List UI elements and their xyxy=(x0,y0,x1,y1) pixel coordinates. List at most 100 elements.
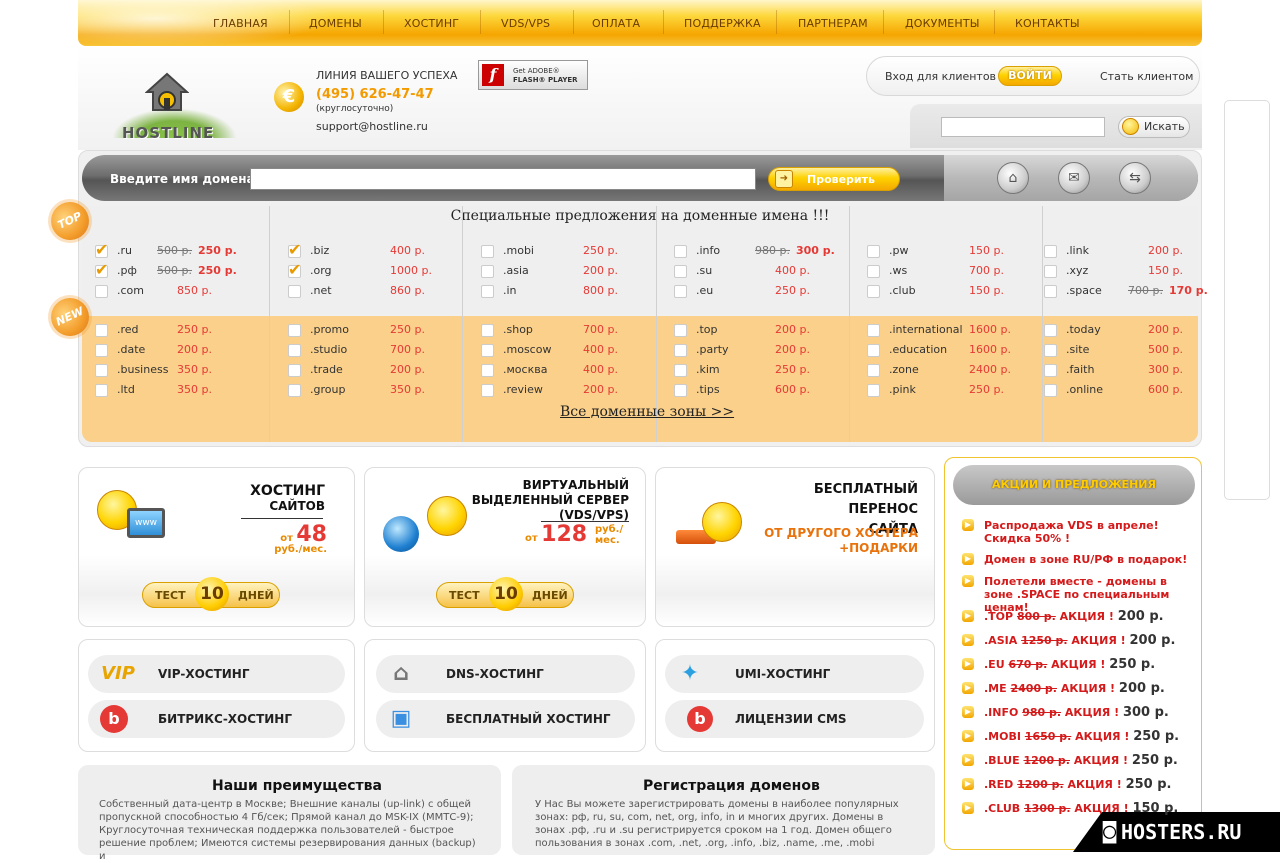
domain-checkbox[interactable] xyxy=(674,324,687,337)
domain-checkbox[interactable] xyxy=(674,265,687,278)
site-search-button[interactable]: Искать xyxy=(1118,116,1190,138)
test-10-days-button[interactable]: ТЕСТ 10 ДНЕЙ xyxy=(436,577,574,611)
domain-row[interactable]: ✔ .org 1000 р. xyxy=(288,260,468,281)
domain-row[interactable]: .date 200 р. xyxy=(95,342,275,360)
nav-home[interactable]: ГЛАВНАЯ xyxy=(213,17,268,30)
nav-domains[interactable]: ДОМЕНЫ xyxy=(309,17,362,30)
domain-row[interactable]: .party 200 р. xyxy=(674,342,854,360)
domain-checkbox[interactable] xyxy=(95,324,108,337)
domain-checkbox[interactable] xyxy=(95,344,108,357)
domain-checkbox[interactable] xyxy=(481,265,494,278)
check-domain-button[interactable]: ➜ Проверить xyxy=(768,167,900,191)
dns-hosting-item[interactable]: ⌂ DNS-ХОСТИНГ xyxy=(376,655,635,693)
bitrix-hosting-item[interactable]: b БИТРИКС-ХОСТИНГ xyxy=(88,700,345,738)
domain-row[interactable]: .kim 250 р. xyxy=(674,362,854,380)
domain-row[interactable]: .link 200 р. xyxy=(1044,243,1224,261)
domain-row[interactable]: .trade 200 р. xyxy=(288,362,468,380)
hosting-card[interactable]: www ХОСТИНГ САЙТОВ от 48 руб./мес. ТЕСТ … xyxy=(78,467,355,627)
domain-row[interactable]: .online 600 р. xyxy=(1044,382,1224,400)
domain-checkbox[interactable] xyxy=(674,364,687,377)
house-logo-icon[interactable] xyxy=(145,72,189,112)
domain-checkbox[interactable] xyxy=(481,344,494,357)
domain-row[interactable]: .club 150 р. xyxy=(867,283,1047,301)
domain-row[interactable]: .net 860 р. xyxy=(288,283,468,301)
mail-icon[interactable]: ✉ xyxy=(1058,162,1090,194)
login-button[interactable]: ВОЙТИ xyxy=(998,66,1062,86)
domain-row[interactable]: .zone 2400 р. xyxy=(867,362,1047,380)
domain-row[interactable]: .ws 700 р. xyxy=(867,263,1047,281)
domain-row[interactable]: .asia 200 р. xyxy=(481,263,661,281)
domain-row[interactable]: .studio 700 р. xyxy=(288,342,468,360)
domain-checkbox[interactable] xyxy=(288,324,301,337)
domain-row[interactable]: .pink 250 р. xyxy=(867,382,1047,400)
site-transfer-card[interactable]: БЕСПЛАТНЫЙ ПЕРЕНОС САЙТА ОТ ДРУГОГО ХОСТ… xyxy=(655,467,935,627)
test-10-days-button[interactable]: ТЕСТ 10 ДНЕЙ xyxy=(142,577,280,611)
domain-row[interactable]: .red 250 р. xyxy=(95,322,275,340)
vps-card[interactable]: ВИРТУАЛЬНЫЙ ВЫДЕЛЕННЫЙ СЕРВЕР (VDS/VPS) … xyxy=(364,467,646,627)
nav-support[interactable]: ПОДДЕРЖКА xyxy=(684,17,761,30)
domain-row[interactable]: .review 200 р. xyxy=(481,382,661,400)
nav-contacts[interactable]: КОНТАКТЫ xyxy=(1015,17,1080,30)
domain-checkbox[interactable] xyxy=(674,285,687,298)
domain-checkbox[interactable] xyxy=(95,384,108,397)
domain-row[interactable]: .today 200 р. xyxy=(1044,322,1224,340)
domain-checkbox[interactable] xyxy=(1044,265,1057,278)
domain-row[interactable]: .eu 250 р. xyxy=(674,283,854,301)
domain-row[interactable]: .москва 400 р. xyxy=(481,362,661,380)
domain-checkbox[interactable] xyxy=(481,245,494,258)
domain-checkbox[interactable] xyxy=(1044,344,1057,357)
domain-row[interactable]: ✔ .ru 500 р. 250 р. xyxy=(95,240,275,261)
domain-checkbox[interactable] xyxy=(867,245,880,258)
domain-checkbox[interactable] xyxy=(1044,285,1057,298)
domain-checkbox[interactable] xyxy=(867,364,880,377)
domain-checkbox[interactable] xyxy=(867,344,880,357)
domain-checkbox[interactable] xyxy=(481,285,494,298)
logo-text[interactable]: HOSTLINE xyxy=(122,124,214,142)
domain-row[interactable]: .moscow 400 р. xyxy=(481,342,661,360)
domain-row[interactable]: .ltd 350 р. xyxy=(95,382,275,400)
domain-row[interactable]: .xyz 150 р. xyxy=(1044,263,1224,281)
domain-row[interactable]: .business 350 р. xyxy=(95,362,275,380)
domain-checkbox[interactable] xyxy=(1044,364,1057,377)
domain-row[interactable]: .promo 250 р. xyxy=(288,322,468,340)
domain-row[interactable]: .space 700 р. 170 р. xyxy=(1044,283,1224,301)
domain-row[interactable]: .top 200 р. xyxy=(674,322,854,340)
domain-checkbox[interactable] xyxy=(674,384,687,397)
domain-row[interactable]: ✔ .рф 500 р. 250 р. xyxy=(95,260,275,281)
site-search-input[interactable] xyxy=(941,117,1105,137)
support-email[interactable]: support@hostline.ru xyxy=(316,120,428,133)
domain-checkbox[interactable] xyxy=(288,344,301,357)
domain-row[interactable]: ✔ .biz 400 р. xyxy=(288,240,468,261)
nav-partners[interactable]: ПАРТНЕРАМ xyxy=(798,17,868,30)
domain-row[interactable]: .education 1600 р. xyxy=(867,342,1047,360)
home-icon[interactable]: ⌂ xyxy=(997,162,1029,194)
nav-payment[interactable]: ОПЛАТА xyxy=(592,17,640,30)
domain-row[interactable]: .com 850 р. xyxy=(95,283,275,301)
domain-checkbox[interactable] xyxy=(288,384,301,397)
vip-hosting-item[interactable]: VIP VIP-ХОСТИНГ xyxy=(88,655,345,693)
domain-row[interactable]: .tips 600 р. xyxy=(674,382,854,400)
domain-checkbox[interactable] xyxy=(867,265,880,278)
domain-row[interactable]: .international 1600 р. xyxy=(867,322,1047,340)
domain-row[interactable]: .info 980 р. 300 р. xyxy=(674,243,854,261)
domain-checkbox[interactable] xyxy=(867,384,880,397)
domain-name-input[interactable] xyxy=(250,168,756,190)
domain-checkbox[interactable] xyxy=(867,324,880,337)
domain-row[interactable]: .shop 700 р. xyxy=(481,322,661,340)
domain-row[interactable]: .pw 150 р. xyxy=(867,243,1047,261)
domain-checkbox[interactable] xyxy=(1044,324,1057,337)
all-zones-link[interactable]: Все доменные зоны >> xyxy=(560,404,734,420)
domain-checkbox[interactable] xyxy=(95,364,108,377)
flash-player-badge[interactable]: f Get ADOBE® FLASH® PLAYER xyxy=(478,60,588,90)
domain-row[interactable]: .su 400 р. xyxy=(674,263,854,281)
domain-checkbox[interactable] xyxy=(95,285,108,298)
free-hosting-item[interactable]: ▣ БЕСПЛАТНЫЙ ХОСТИНГ xyxy=(376,700,635,738)
become-client-link[interactable]: Стать клиентом xyxy=(1100,70,1193,83)
nav-hosting[interactable]: ХОСТИНГ xyxy=(404,17,459,30)
domain-row[interactable]: .faith 300 р. xyxy=(1044,362,1224,380)
cms-license-item[interactable]: b ЛИЦЕНЗИИ CMS xyxy=(665,700,924,738)
domain-checkbox[interactable] xyxy=(867,285,880,298)
domain-row[interactable]: .in 800 р. xyxy=(481,283,661,301)
domain-checkbox[interactable] xyxy=(288,364,301,377)
domain-checkbox[interactable] xyxy=(481,324,494,337)
